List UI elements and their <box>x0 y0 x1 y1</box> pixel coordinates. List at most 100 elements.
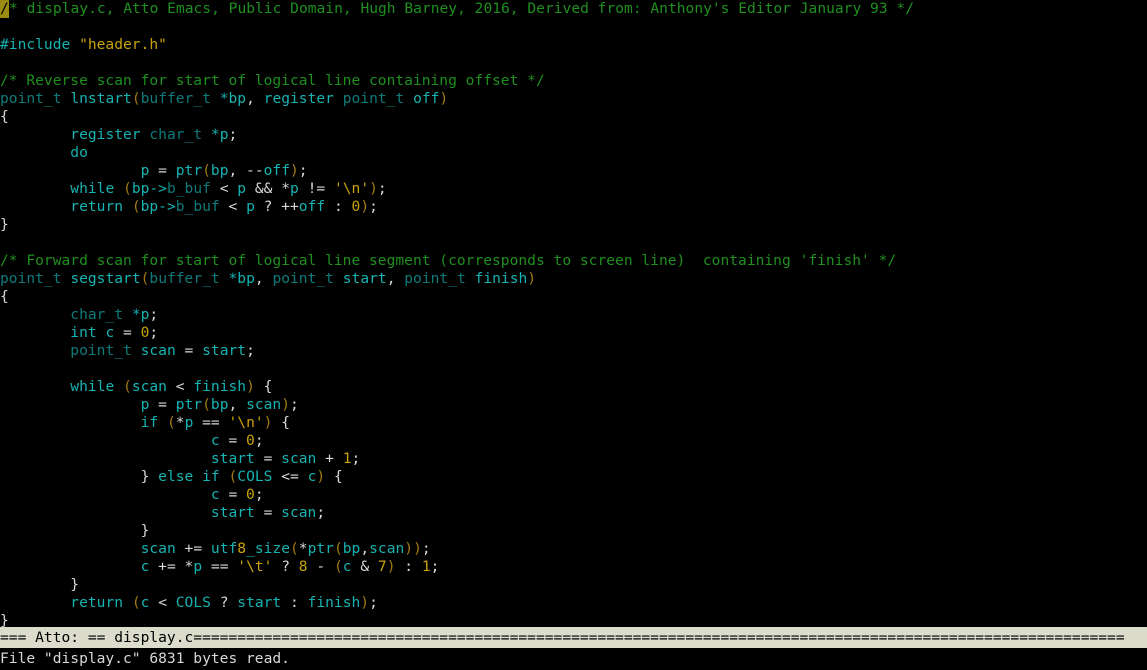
code-line[interactable]: } else if (COLS <= c) { <box>0 468 1147 486</box>
code-token-ident: finish <box>474 270 528 287</box>
code-line[interactable]: { <box>0 108 1147 126</box>
code-line[interactable]: c = 0; <box>0 486 1147 504</box>
code-token-ident: scan <box>281 504 317 521</box>
code-line[interactable]: /* display.c, Atto Emacs, Public Domain,… <box>0 0 1147 18</box>
code-token-keyword: if <box>202 468 220 485</box>
code-token-punct: ) <box>527 270 537 287</box>
code-token-plain: ; <box>316 504 326 521</box>
code-token-keyword: return <box>70 594 124 611</box>
code-line[interactable]: int c = 0; <box>0 324 1147 342</box>
code-line[interactable]: p = ptr(bp, scan); <box>0 396 1147 414</box>
code-token-plain: ; <box>246 342 255 359</box>
code-token-plain: ; <box>298 162 308 179</box>
code-token-ident: segstart <box>70 270 141 287</box>
code-line[interactable]: } <box>0 216 1147 234</box>
code-token-plain: { <box>254 378 273 395</box>
code-token-number: 0 <box>351 198 361 215</box>
code-token-ident: bp-> <box>140 198 176 215</box>
code-token-punct: ( <box>123 180 132 197</box>
code-token-ident: scan <box>281 450 317 467</box>
code-token-ident: start <box>210 504 255 521</box>
code-token-plain: = <box>114 324 141 341</box>
code-token-type: point_t <box>70 342 132 359</box>
text-cursor[interactable]: / <box>0 0 9 18</box>
code-line[interactable]: start = scan + 1; <box>0 450 1147 468</box>
code-token-plain: { <box>272 414 291 431</box>
code-token-plain: : <box>325 198 352 215</box>
code-token-ident: bp <box>210 396 229 413</box>
code-token-punct: ) <box>246 378 255 395</box>
code-line[interactable]: point_t scan = start; <box>0 342 1147 360</box>
code-token-string: '\t' <box>237 558 273 575</box>
code-token-punct: ( <box>202 396 211 413</box>
code-line[interactable]: register char_t *p; <box>0 126 1147 144</box>
code-token-number: 8 <box>298 558 308 575</box>
code-line[interactable]: } <box>0 612 1147 627</box>
code-line[interactable]: } <box>0 522 1147 540</box>
code-token-plain: : <box>281 594 308 611</box>
code-line[interactable]: return (bp->b_buf < p ? ++off : 0); <box>0 198 1147 216</box>
code-line[interactable]: do <box>0 144 1147 162</box>
code-line[interactable]: point_t segstart(buffer_t *bp, point_t s… <box>0 270 1147 288</box>
code-line[interactable]: p = ptr(bp, --off); <box>0 162 1147 180</box>
code-token-plain: } <box>0 522 150 539</box>
code-token-plain: ; <box>369 594 378 611</box>
code-line[interactable]: c = 0; <box>0 432 1147 450</box>
code-token-plain: = <box>219 486 247 503</box>
code-token-plain: ; <box>228 126 238 143</box>
code-token-plain: { <box>0 288 9 305</box>
code-line[interactable]: scan += utf8_size(*ptr(bp,scan)); <box>0 540 1147 558</box>
code-line[interactable]: point_t lnstart(buffer_t *bp, register p… <box>0 90 1147 108</box>
code-line[interactable]: return (c < COLS ? start : finish); <box>0 594 1147 612</box>
code-token-plain: + <box>316 450 343 467</box>
code-token-ident: _size <box>246 540 290 557</box>
code-token-ident: finish <box>193 378 247 395</box>
code-line[interactable]: c += *p == '\t' ? 8 - (c & 7) : 1; <box>0 558 1147 576</box>
code-token-ident: scan <box>369 540 405 557</box>
code-token-plain: , -- <box>228 162 264 179</box>
editor-text-buffer[interactable]: /* display.c, Atto Emacs, Public Domain,… <box>0 0 1147 627</box>
code-line[interactable] <box>0 54 1147 72</box>
code-line[interactable]: /* Reverse scan for start of logical lin… <box>0 72 1147 90</box>
code-line[interactable]: { <box>0 288 1147 306</box>
code-line[interactable]: if (*p == '\n') { <box>0 414 1147 432</box>
code-line[interactable]: } <box>0 576 1147 594</box>
code-line[interactable]: while (scan < finish) { <box>0 378 1147 396</box>
code-line[interactable] <box>0 18 1147 36</box>
code-token-plain: } <box>0 216 9 233</box>
code-token-keyword: return <box>70 198 124 215</box>
code-token-punct: ( <box>131 198 141 215</box>
code-token-number: 1 <box>421 558 431 575</box>
code-token-punct: ) <box>369 180 378 197</box>
code-token-keyword: if <box>140 414 159 431</box>
code-line[interactable]: char_t *p; <box>0 306 1147 324</box>
code-token-punct: )) <box>404 540 422 557</box>
code-token-punct: ( <box>290 540 299 557</box>
code-line[interactable]: /* Forward scan for start of logical lin… <box>0 252 1147 270</box>
code-token-keyword: while <box>70 180 115 197</box>
code-token-number: 7 <box>377 558 387 575</box>
mode-line: === Atto: == display.c==================… <box>0 627 1147 648</box>
code-line[interactable] <box>0 234 1147 252</box>
code-token-punct: ) <box>386 558 396 575</box>
code-token-plain: * <box>298 540 308 557</box>
code-line[interactable]: #include "header.h" <box>0 36 1147 54</box>
code-token-comment: * display.c, Atto Emacs, Public Domain, … <box>9 0 914 17</box>
code-line[interactable]: start = scan; <box>0 504 1147 522</box>
code-line[interactable] <box>0 360 1147 378</box>
echo-area-message: File "display.c" 6831 bytes read. <box>0 648 1147 670</box>
code-line[interactable]: while (bp->b_buf < p && *p != '\n'); <box>0 180 1147 198</box>
code-token-keyword: do <box>70 144 88 161</box>
code-token-ident: start <box>210 450 255 467</box>
code-token-punct: ( <box>202 162 211 179</box>
